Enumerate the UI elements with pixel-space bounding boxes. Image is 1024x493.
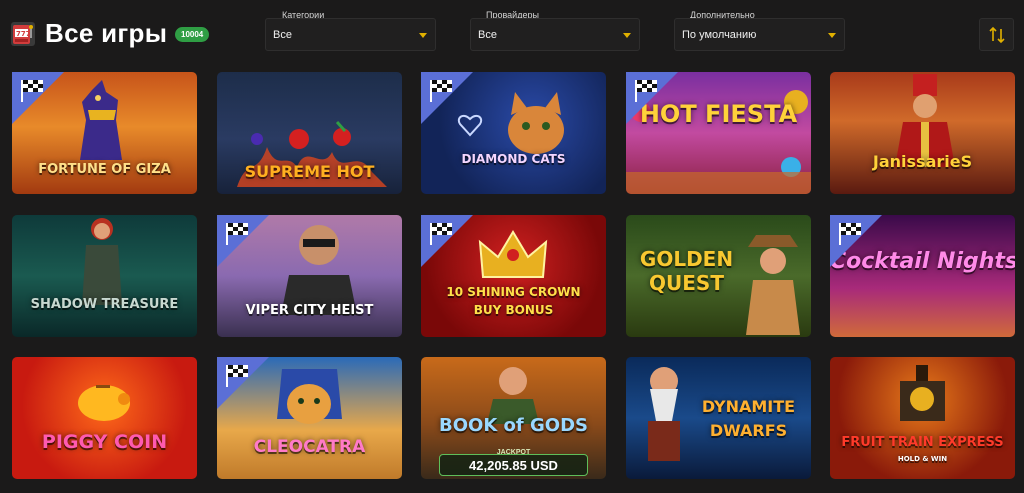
game-title: DIAMOND CATS (461, 152, 566, 166)
checkered-flag-icon (12, 72, 64, 124)
game-title: DYNAMITE DWARFS (701, 397, 796, 440)
anubis-art (80, 80, 122, 160)
providers-select[interactable]: Все (470, 18, 640, 51)
additional-select[interactable]: По умолчанию (674, 18, 845, 51)
checkered-flag-icon (626, 72, 678, 124)
dwarf-art (648, 367, 680, 461)
providers-value: Все (478, 29, 497, 41)
jackpot-box: JACKPOT 42,205.85 USD (439, 449, 588, 476)
games-header: 777 Все игры 10004 Категории Все Провайд… (0, 0, 1024, 68)
sort-button[interactable] (979, 18, 1014, 51)
chevron-down-icon (828, 33, 836, 38)
game-title: BOOK of GODS (439, 415, 588, 436)
game-title: SUPREME HOT (244, 162, 375, 181)
piggy-bank-icon (78, 385, 130, 421)
checkered-flag-icon (217, 215, 269, 267)
game-title: FRUIT TRAIN EXPRESS (841, 435, 1004, 450)
categories-select[interactable]: Все (265, 18, 436, 51)
games-grid: FORTUNE OF GIZA SUPREME HOT DIAMOND CATS (12, 72, 1015, 493)
game-title: VIPER CITY HEIST (245, 303, 374, 318)
game-title: PIGGY COIN (41, 431, 168, 453)
train-art (900, 365, 945, 421)
chevron-down-icon (623, 33, 631, 38)
sort-arrows-icon (989, 26, 1005, 44)
jackpot-label: JACKPOT (496, 449, 531, 456)
explorer-art (746, 235, 800, 335)
game-title: JanissarieS (872, 152, 973, 171)
svg-text:777: 777 (16, 30, 31, 38)
game-card[interactable]: DYNAMITE DWARFS (626, 357, 811, 479)
additional-value: По умолчанию (682, 29, 757, 41)
game-card[interactable]: JanissarieS (830, 72, 1015, 194)
game-card[interactable]: SUPREME HOT (217, 72, 402, 194)
categories-value: Все (273, 29, 292, 41)
games-count-badge: 10004 (175, 27, 210, 42)
checkered-flag-icon (421, 72, 473, 124)
cat-art (508, 92, 564, 154)
checkered-flag-icon (421, 215, 473, 267)
checkered-flag-icon (830, 215, 882, 267)
chevron-down-icon (419, 33, 427, 38)
gangster-art (281, 225, 357, 315)
game-title: 10 SHINING CROWN (446, 285, 581, 299)
game-title: CLEOCATRA (253, 437, 366, 457)
crown-icon (478, 230, 548, 278)
slot-machine-icon: 777 (11, 22, 35, 46)
checkered-flag-icon (217, 357, 269, 409)
game-subtitle: BUY BONUS (473, 303, 554, 317)
game-card[interactable]: PIGGY COIN (12, 357, 197, 479)
game-title: FORTUNE OF GIZA (38, 162, 171, 177)
page-title: Все игры (45, 18, 168, 48)
game-card[interactable]: GOLDEN QUEST (626, 215, 811, 337)
heroine-art (82, 218, 122, 305)
game-title: GOLDEN QUEST (639, 247, 734, 295)
game-subtitle: HOLD & WIN (897, 455, 948, 463)
game-card[interactable]: SHADOW TREASURE (12, 215, 197, 337)
game-title: SHADOW TREASURE (30, 297, 179, 312)
game-card[interactable]: BOOK of GODS JACKPOT 42,205.85 USD (421, 357, 606, 479)
pharaoh-cat-art (277, 369, 342, 424)
jackpot-value: 42,205.85 USD (469, 458, 558, 473)
game-card[interactable]: FRUIT TRAIN EXPRESS HOLD & WIN (830, 357, 1015, 479)
